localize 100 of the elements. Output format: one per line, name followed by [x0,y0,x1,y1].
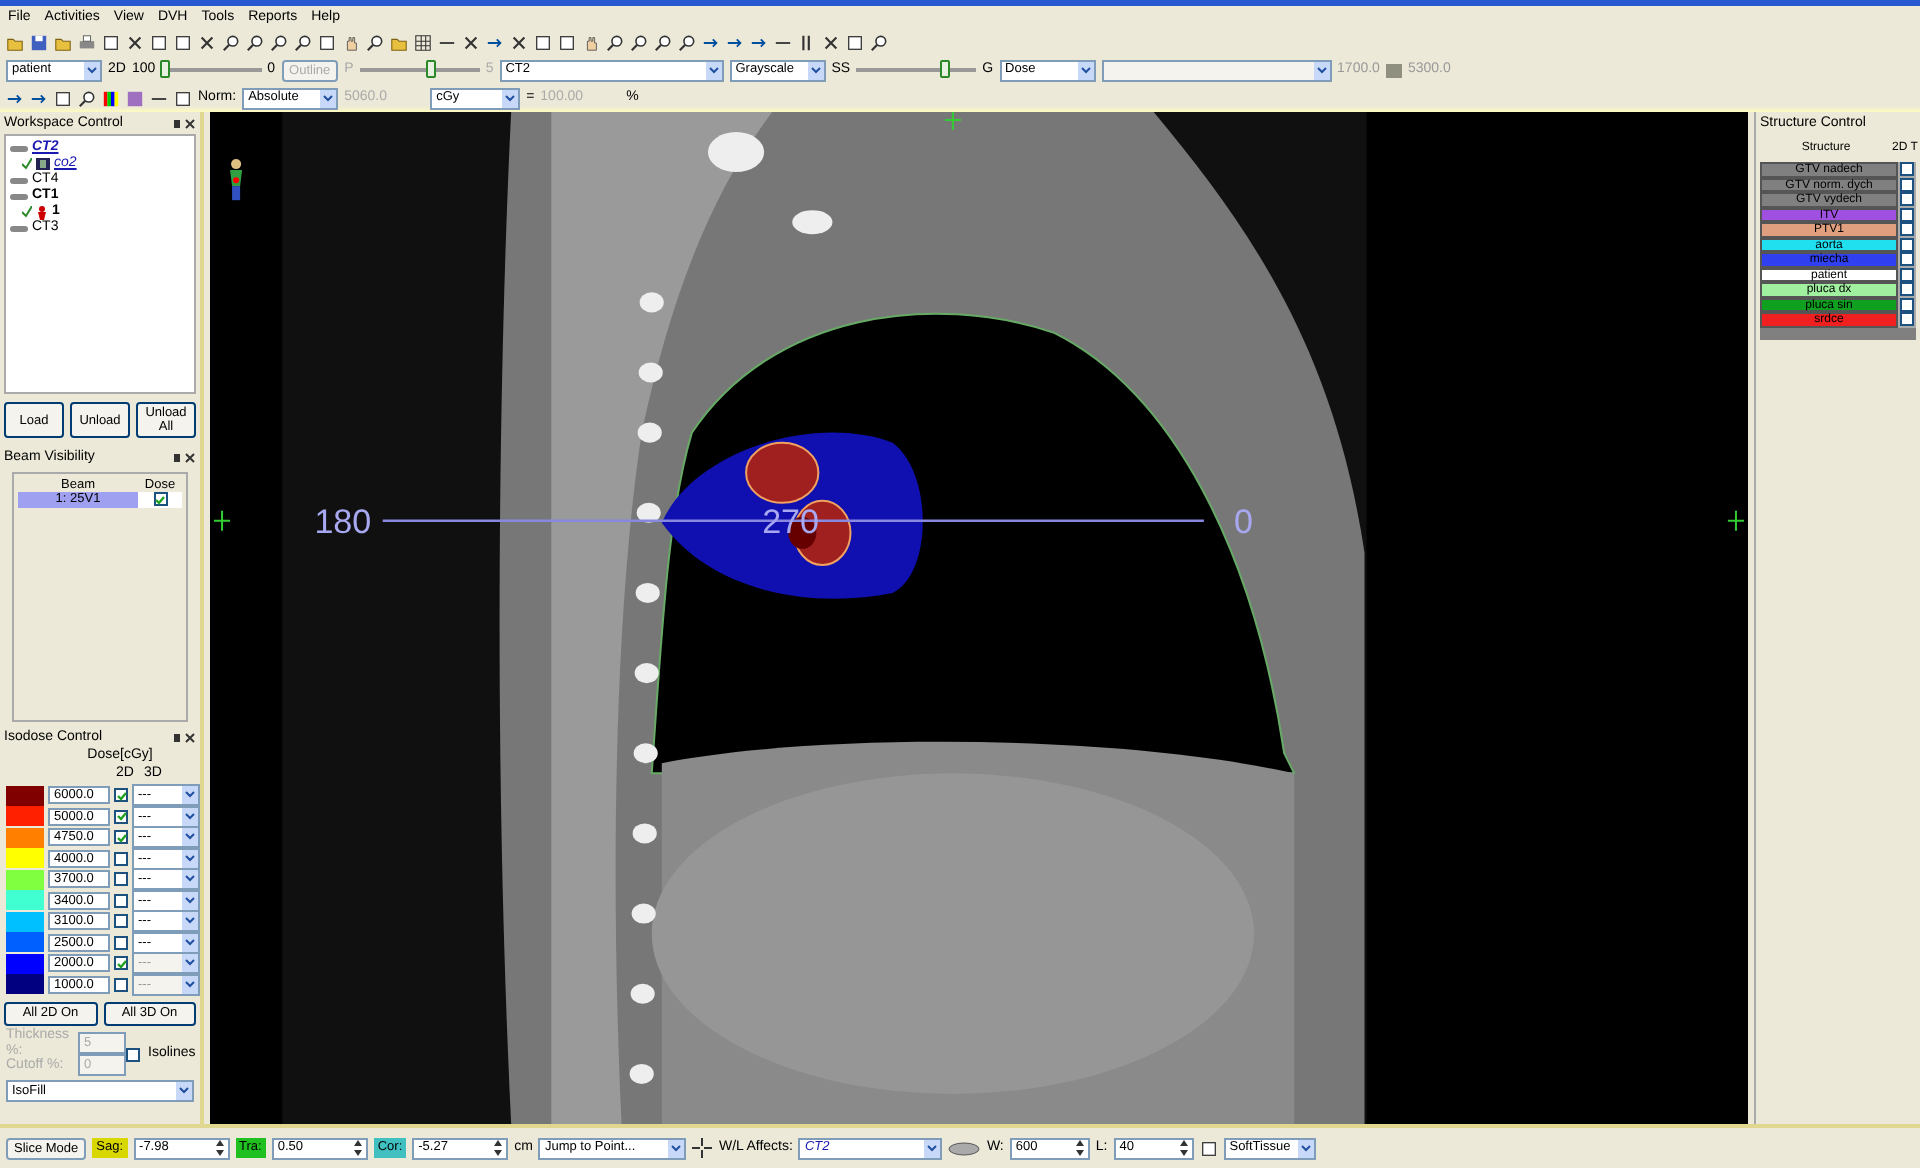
cross-icon[interactable] [126,33,144,51]
caret-icon [668,1139,685,1157]
arrow-icon[interactable] [726,33,744,51]
empty-select[interactable] [1101,59,1332,81]
caret-icon [176,1081,192,1100]
checkbox[interactable] [1900,312,1914,327]
check-icon [154,493,166,506]
square-icon[interactable] [54,89,72,107]
spinner-icon [494,1140,503,1156]
arrow-icon[interactable] [6,89,24,107]
caret-icon [1297,1139,1314,1157]
square-icon[interactable] [174,33,192,51]
square-icon[interactable] [558,33,576,51]
print-icon[interactable] [78,33,96,51]
checkbox[interactable] [1900,162,1914,177]
caret-icon [84,61,100,79]
zoom-icon[interactable] [78,89,96,107]
tick-mark [1726,509,1745,532]
caret-icon [1077,61,1094,79]
range-swatch [1385,63,1402,77]
folder-icon[interactable] [54,33,72,51]
checkbox[interactable] [114,977,128,992]
zoom-icon[interactable] [366,33,384,51]
spinner-icon [353,1140,362,1156]
pin-close-icon[interactable] [172,117,196,129]
checkbox[interactable] [1900,252,1914,267]
hand-icon[interactable] [342,33,360,51]
checkbox[interactable] [114,935,128,950]
angle-label: 180 [314,502,372,541]
scan-icon [10,223,28,233]
spinner-icon [1179,1140,1188,1156]
zoom-icon[interactable] [630,33,648,51]
square-icon[interactable] [534,33,552,51]
checkbox[interactable] [1900,192,1914,207]
cross-icon[interactable] [462,33,480,51]
bars-icon[interactable] [798,33,816,51]
person-icon [36,205,48,219]
caret-icon [320,89,337,107]
square-icon[interactable] [174,89,192,107]
zoom-icon[interactable] [270,33,288,51]
cross-icon[interactable] [510,33,528,51]
save-icon[interactable] [30,33,48,51]
slider-thumb[interactable] [160,60,171,78]
square-icon[interactable] [150,33,168,51]
hand-icon[interactable] [582,33,600,51]
zoom-icon[interactable] [606,33,624,51]
orientation-figure-icon [230,159,243,201]
colorbar-icon[interactable] [102,89,120,107]
cross-icon[interactable] [198,33,216,51]
slider-thumb[interactable] [425,60,436,78]
folder-icon[interactable] [6,33,24,51]
crosshair-icon[interactable] [692,1138,713,1158]
pin-close-icon[interactable] [172,451,196,464]
tick-mark [213,509,232,532]
tick-mark [943,112,962,132]
checkbox[interactable] [1900,222,1914,237]
caret-icon [1313,61,1330,79]
zoom-icon[interactable] [870,33,888,51]
isolines-checkbox[interactable] [126,1047,140,1062]
checkbox[interactable] [114,956,128,971]
plan-icon [36,158,50,170]
zoom-icon[interactable] [222,33,240,51]
toggle-icon[interactable] [948,1141,981,1155]
checkbox[interactable] [114,872,128,887]
spinner-icon [215,1140,224,1156]
caret-icon [502,89,519,107]
color-swatch-icon[interactable] [126,89,144,107]
checkbox[interactable] [1900,282,1914,297]
spinner-icon [1075,1140,1084,1156]
checkbox[interactable] [114,914,128,929]
zoom-icon[interactable] [294,33,312,51]
arrow-icon[interactable] [702,33,720,51]
angle-label: 0 [1234,502,1253,541]
pin-close-icon[interactable] [172,731,196,744]
arrow-icon[interactable] [486,33,504,51]
scan-icon [10,143,28,153]
caret-icon [924,1139,941,1157]
zoom-icon[interactable] [654,33,672,51]
caret-icon [807,61,824,79]
grid-icon[interactable] [414,33,432,51]
dose-checkbox[interactable] [153,492,167,507]
arrow-icon[interactable] [30,89,48,107]
caret-icon [705,61,722,79]
checkbox[interactable] [114,788,128,803]
checkbox[interactable] [114,893,128,908]
zoom-icon[interactable] [678,33,696,51]
checkbox[interactable] [114,851,128,866]
checkbox[interactable] [114,809,128,824]
square-icon[interactable] [846,33,864,51]
square-icon[interactable] [1199,1139,1218,1157]
slider-thumb[interactable] [940,60,951,78]
checkbox[interactable] [114,830,128,845]
cross-icon[interactable] [822,33,840,51]
folder-icon[interactable] [390,33,408,51]
square-icon[interactable] [318,33,336,51]
arrow-icon[interactable] [750,33,768,51]
zoom-icon[interactable] [246,33,264,51]
square-icon[interactable] [102,33,120,51]
check-icon [115,957,127,970]
angle-label: 270 [762,502,820,541]
